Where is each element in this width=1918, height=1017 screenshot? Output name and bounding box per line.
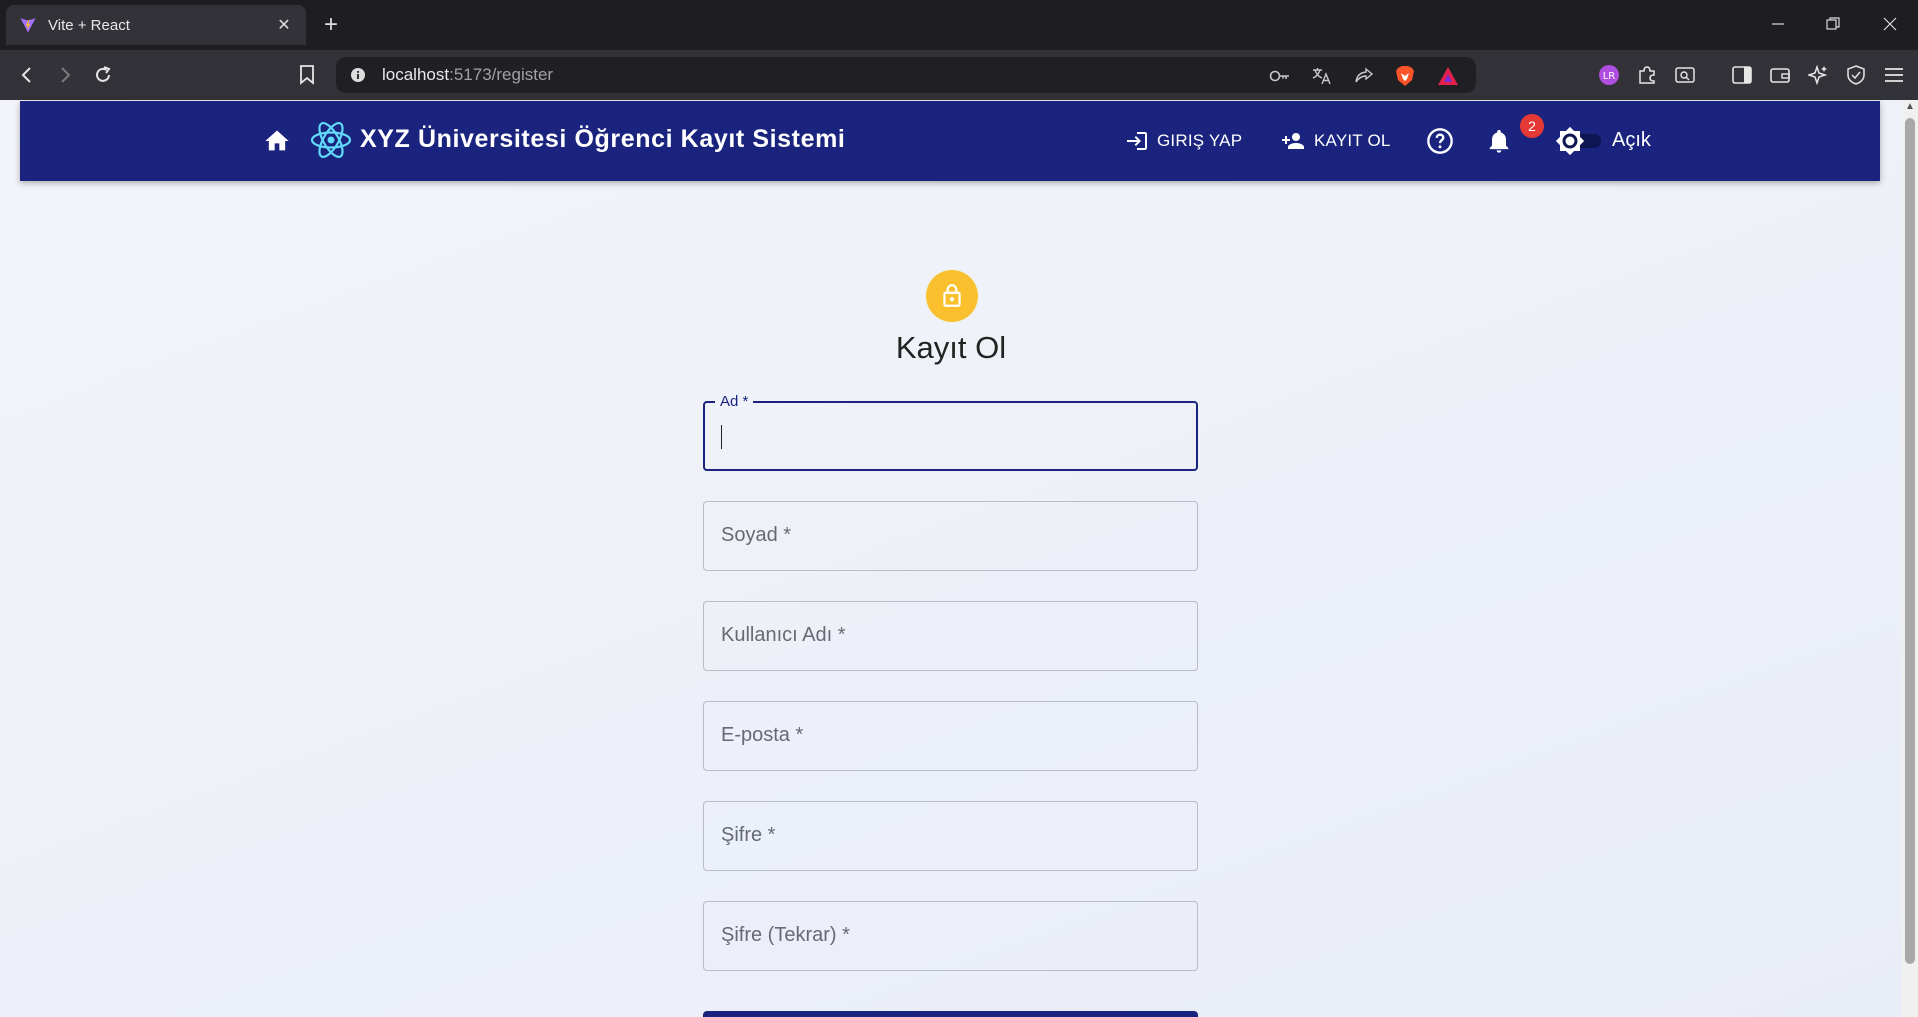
extension-profile-icon[interactable]: LR: [1596, 62, 1622, 88]
theme-label: Açık: [1612, 129, 1651, 151]
svg-text:LR: LR: [1603, 71, 1616, 82]
wallet-icon[interactable]: [1767, 62, 1793, 88]
username-field[interactable]: Kullanıcı Adı *: [703, 601, 1198, 671]
username-label: Kullanıcı Adı *: [721, 624, 846, 646]
vite-favicon-icon: [18, 15, 38, 35]
email-label: E-posta *: [721, 724, 804, 746]
page-scrollbar[interactable]: ▲: [1902, 100, 1918, 1017]
vpn-shield-icon[interactable]: [1843, 62, 1869, 88]
translate-icon[interactable]: [1310, 65, 1334, 87]
reading-list-icon[interactable]: [1672, 62, 1698, 88]
password-confirm-label: Şifre (Tekrar) *: [721, 924, 850, 946]
app-title: XYZ Üniversitesi Öğrenci Kayıt Sistemi: [360, 125, 846, 153]
last-name-label: Soyad *: [721, 524, 792, 546]
form-title: Kayıt Ol: [895, 330, 1007, 365]
browser-tab[interactable]: Vite + React ✕: [6, 5, 306, 45]
home-icon[interactable]: [263, 127, 291, 155]
lock-icon: [943, 284, 961, 307]
brave-shields-icon[interactable]: [1393, 65, 1417, 87]
first-name-field[interactable]: Ad *: [703, 393, 1198, 471]
login-button[interactable]: GIRIŞ YAP: [1125, 127, 1242, 155]
page-viewport: XYZ Üniversitesi Öğrenci Kayıt Sistemi G…: [0, 100, 1918, 1017]
reload-icon[interactable]: [90, 62, 116, 88]
back-icon[interactable]: [14, 62, 40, 88]
leo-ai-icon[interactable]: [1805, 62, 1831, 88]
register-label: KAYIT OL: [1314, 131, 1391, 150]
person-add-icon: [1282, 133, 1304, 149]
brightness-icon: [1553, 124, 1587, 158]
address-bar[interactable]: localhost:5173/register: [336, 57, 1476, 93]
site-info-icon[interactable]: [348, 65, 368, 85]
brave-rewards-icon[interactable]: [1436, 65, 1460, 87]
forward-icon[interactable]: [52, 62, 78, 88]
tab-title: Vite + React: [48, 16, 130, 34]
notifications-bell-icon[interactable]: [1483, 125, 1515, 157]
react-logo-icon: [310, 119, 352, 161]
first-name-label: Ad *: [715, 393, 754, 410]
login-label: GIRIŞ YAP: [1157, 131, 1243, 150]
last-name-field[interactable]: Soyad *: [703, 501, 1198, 571]
scrollbar-thumb[interactable]: [1905, 118, 1915, 964]
help-icon[interactable]: [1424, 125, 1456, 157]
scroll-up-icon[interactable]: ▲: [1905, 102, 1915, 112]
new-tab-button[interactable]: +: [318, 11, 344, 38]
password-field[interactable]: Şifre *: [703, 801, 1198, 871]
minimize-icon[interactable]: [1758, 8, 1798, 40]
email-field[interactable]: E-posta *: [703, 701, 1198, 771]
tab-close-icon[interactable]: ✕: [274, 15, 294, 35]
register-submit-button[interactable]: [703, 1011, 1198, 1017]
bookmark-icon[interactable]: [294, 62, 320, 88]
url-text: localhost:5173/register: [382, 65, 554, 84]
login-icon: [1127, 132, 1147, 150]
browser-toolbar: localhost:5173/register LR: [0, 50, 1918, 100]
restore-icon[interactable]: [1813, 8, 1853, 40]
password-key-icon[interactable]: [1268, 65, 1292, 87]
share-icon[interactable]: [1352, 65, 1376, 87]
menu-icon[interactable]: [1881, 62, 1907, 88]
extensions-puzzle-icon[interactable]: [1634, 62, 1660, 88]
browser-tabbar: Vite + React ✕ +: [0, 0, 1918, 50]
sidebar-icon[interactable]: [1729, 62, 1755, 88]
text-caret: [721, 425, 722, 449]
register-button[interactable]: KAYIT OL: [1280, 127, 1391, 155]
notifications-badge: 2: [1520, 114, 1544, 138]
password-label: Şifre *: [721, 824, 776, 846]
app-header: XYZ Üniversitesi Öğrenci Kayıt Sistemi G…: [20, 101, 1880, 181]
lock-avatar: [926, 270, 978, 322]
password-confirm-field[interactable]: Şifre (Tekrar) *: [703, 901, 1198, 971]
window-close-icon[interactable]: [1870, 8, 1910, 40]
